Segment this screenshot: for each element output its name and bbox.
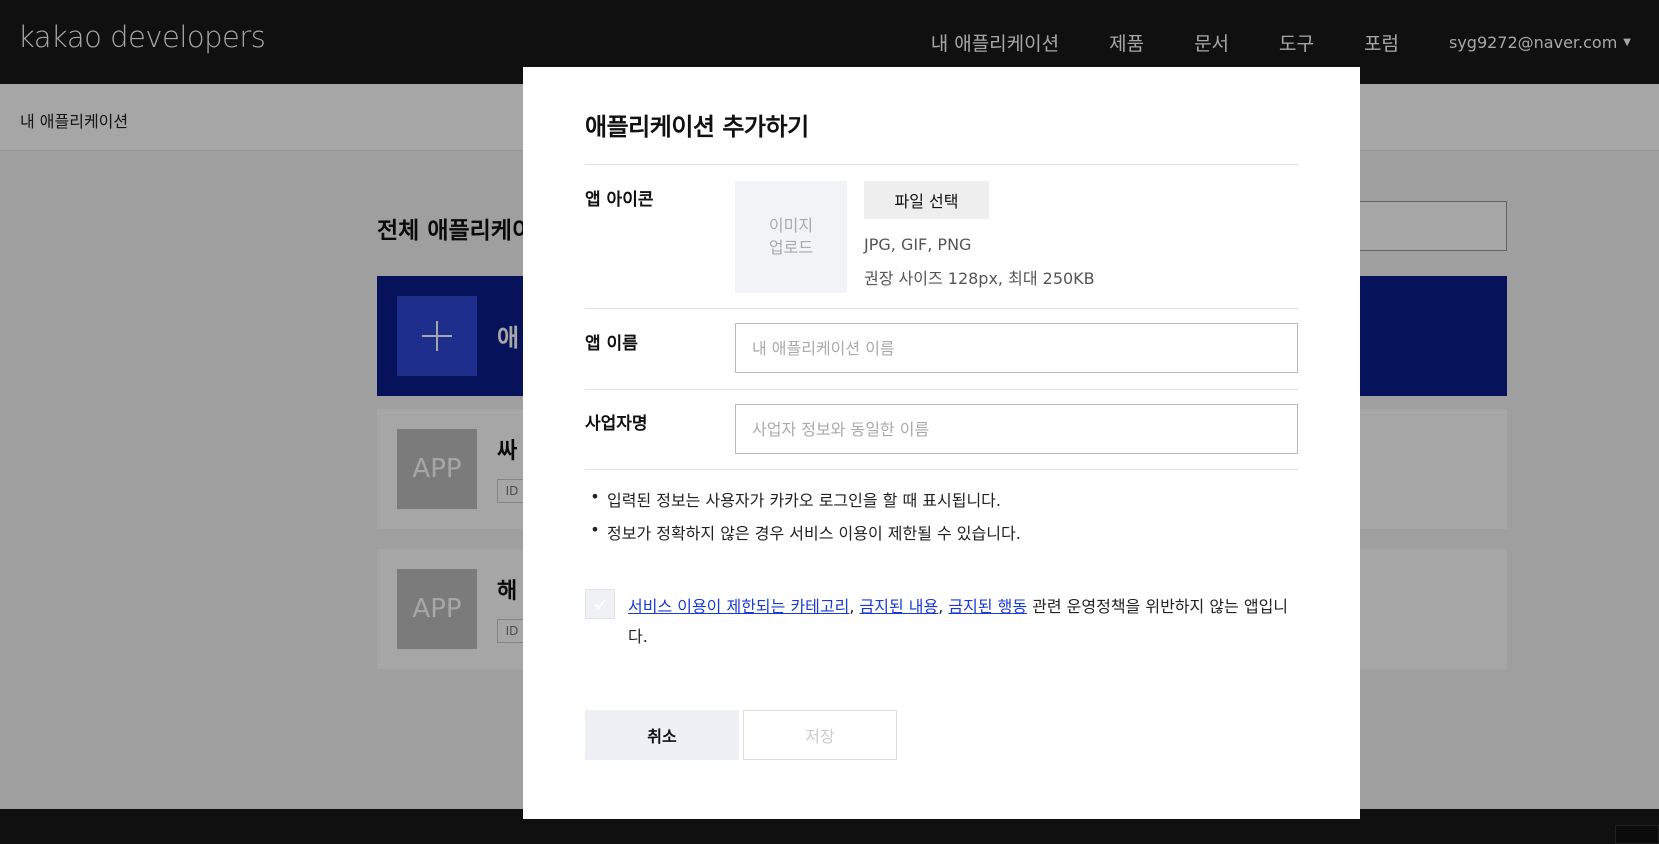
save-button[interactable]: 저장	[743, 710, 897, 760]
app-name-label: 앱 이름	[585, 334, 638, 354]
prohibited-behavior-link[interactable]: 금지된 행동	[948, 597, 1027, 616]
restricted-category-link[interactable]: 서비스 이용이 제한되는 카테고리	[628, 597, 849, 616]
notice-text: 입력된 정보는 사용자가 카카오 로그인을 할 때 표시됩니다.	[607, 491, 1001, 510]
notice-item: • 입력된 정보는 사용자가 카카오 로그인을 할 때 표시됩니다.	[585, 487, 1021, 511]
policy-agree-checkbox[interactable]	[585, 589, 615, 619]
divider	[585, 389, 1298, 390]
company-name-input[interactable]	[735, 404, 1298, 454]
choose-file-button[interactable]: 파일 선택	[864, 181, 989, 219]
upload-text-line1: 이미지	[768, 215, 814, 235]
prohibited-content-link[interactable]: 금지된 내용	[860, 597, 939, 616]
divider	[585, 308, 1298, 309]
upload-text-line2: 업로드	[768, 238, 814, 257]
divider	[585, 164, 1298, 165]
bullet-icon: •	[590, 520, 600, 539]
divider	[585, 469, 1298, 470]
separator: ,	[849, 597, 860, 616]
company-name-label: 사업자명	[585, 414, 648, 434]
cancel-button[interactable]: 취소	[585, 710, 739, 760]
bullet-icon: •	[590, 487, 600, 506]
app-name-input[interactable]	[735, 323, 1298, 373]
app-icon-label: 앱 아이콘	[585, 190, 654, 210]
notice-list: • 입력된 정보는 사용자가 카카오 로그인을 할 때 표시됩니다. • 정보가…	[585, 487, 1021, 553]
format-hint: JPG, GIF, PNG	[864, 235, 972, 254]
check-icon	[594, 599, 606, 610]
notice-item: • 정보가 정확하지 않은 경우 서비스 이용이 제한될 수 있습니다.	[585, 520, 1021, 544]
image-upload-area[interactable]: 이미지 업로드	[735, 181, 847, 293]
policy-agree-text: 서비스 이용이 제한되는 카테고리, 금지된 내용, 금지된 행동 관련 운영정…	[628, 592, 1298, 652]
add-application-dialog: 애플리케이션 추가하기 앱 아이콘 이미지 업로드 파일 선택 JPG, GIF…	[523, 67, 1360, 819]
notice-text: 정보가 정확하지 않은 경우 서비스 이용이 제한될 수 있습니다.	[607, 524, 1021, 543]
dialog-title: 애플리케이션 추가하기	[585, 113, 809, 141]
size-hint: 권장 사이즈 128px, 최대 250KB	[864, 269, 1095, 288]
separator: ,	[938, 597, 949, 616]
